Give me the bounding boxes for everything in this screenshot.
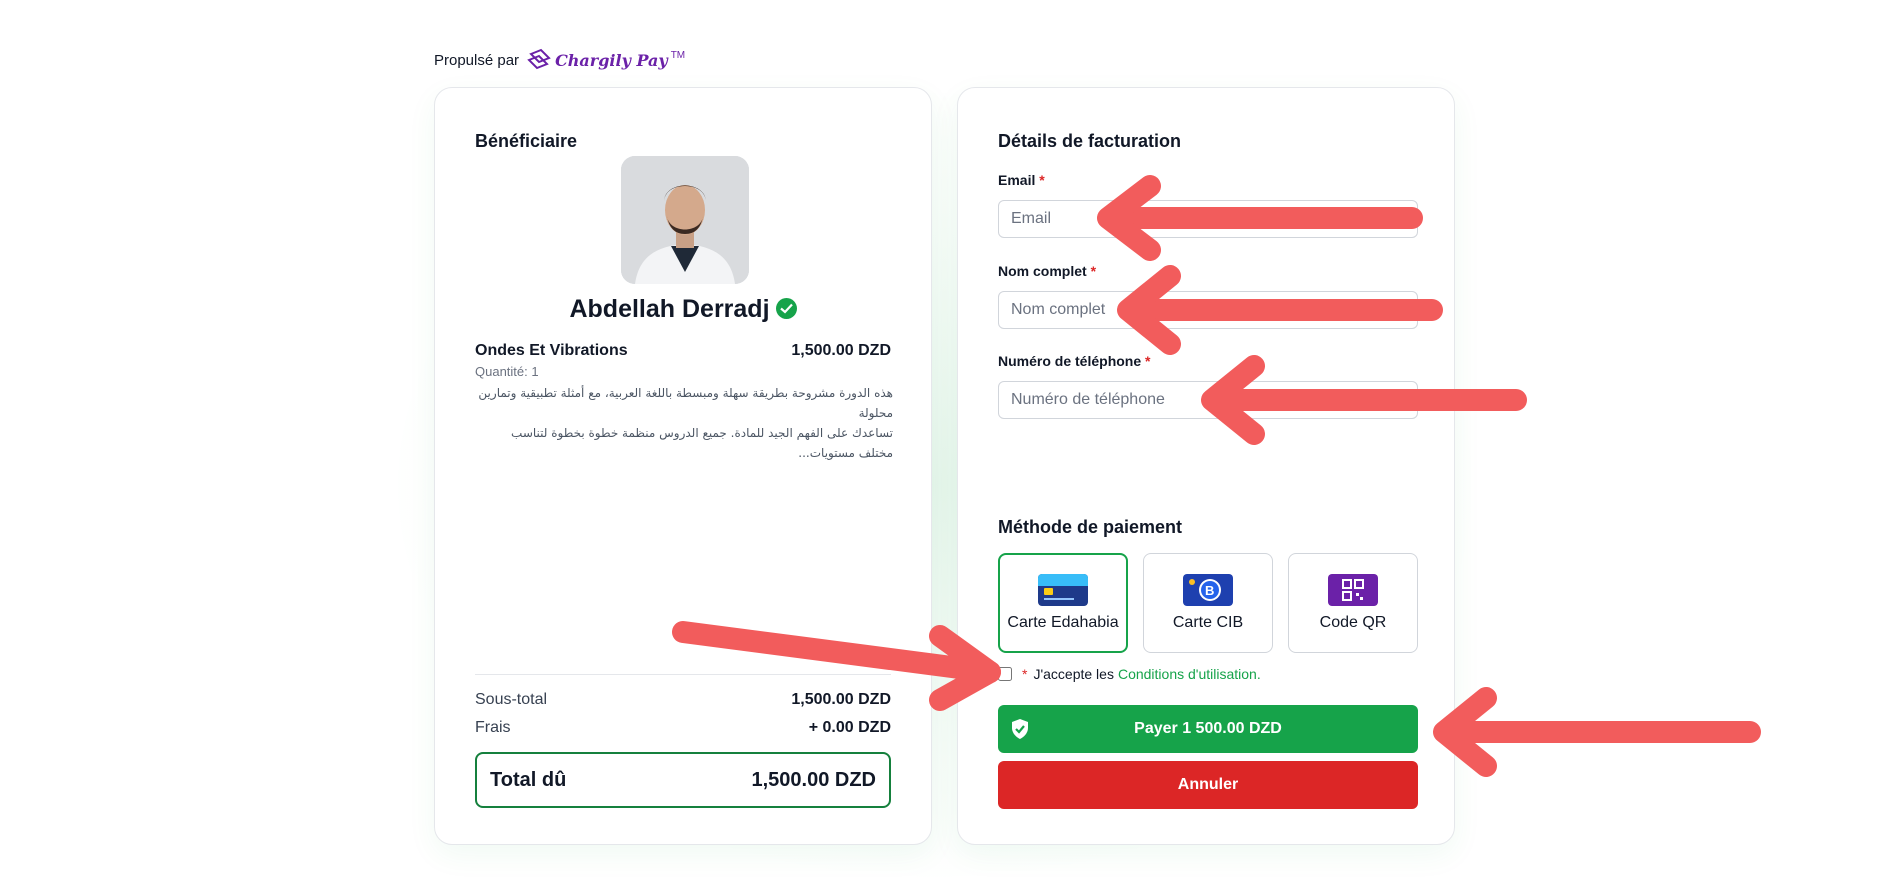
fees-value: + 0.00 DZD xyxy=(808,719,891,736)
powered-by-prefix: Propulsé par xyxy=(434,51,520,69)
trademark: TM xyxy=(670,49,686,61)
required-mark: * xyxy=(1145,353,1151,369)
item-quantity: Quantité: 1 xyxy=(475,364,539,379)
payment-method-heading: Méthode de paiement xyxy=(998,517,1183,537)
terms-row: * J'accepte les Conditions d'utilisation… xyxy=(998,666,1261,682)
avatar xyxy=(621,156,749,284)
payment-option-edahabia[interactable]: Carte Edahabia xyxy=(998,553,1128,653)
svg-text:B: B xyxy=(1205,583,1214,598)
beneficiary-heading: Bénéficiaire xyxy=(475,131,578,151)
total-due-box: Total dû 1,500.00 DZD xyxy=(475,752,891,808)
item-name: Ondes Et Vibrations xyxy=(475,342,628,359)
item-description: هذه الدورة مشروحة بطريقة سهلة ومبسطة بال… xyxy=(475,383,893,463)
required-mark: * xyxy=(1039,172,1045,188)
annotation-arrows xyxy=(672,175,1761,777)
beneficiary-card: Bénéficiaire Abdellah Derradj Ondes Et V… xyxy=(434,87,932,845)
total-value: 1,500.00 DZD xyxy=(751,768,876,791)
payment-option-label: Carte CIB xyxy=(1172,614,1244,631)
qr-code-icon xyxy=(1328,574,1378,606)
verified-check-icon xyxy=(775,298,797,319)
annotation-arrow-pay xyxy=(1433,687,1761,777)
powered-by: Propulsé par Chargily Pay TM xyxy=(434,48,685,72)
fullname-label-text: Nom complet xyxy=(998,263,1087,279)
payment-option-qr[interactable]: Code QR xyxy=(1288,553,1418,653)
billing-heading: Détails de facturation xyxy=(998,131,1182,151)
item-price: 1,500.00 DZD xyxy=(791,342,891,359)
email-label: Email * xyxy=(998,172,1045,188)
payment-option-label: Code QR xyxy=(1319,614,1387,631)
shield-check-icon xyxy=(1012,719,1028,739)
billing-card: Détails de facturation Email * Nom compl… xyxy=(957,87,1455,845)
email-label-text: Email xyxy=(998,172,1036,188)
merchant-name-row: Abdellah Derradj xyxy=(435,295,931,324)
fullname-field[interactable] xyxy=(998,291,1418,329)
terms-link[interactable]: Conditions d'utilisation. xyxy=(1118,666,1261,682)
phone-label-text: Numéro de téléphone xyxy=(998,353,1142,369)
cib-card-icon: B xyxy=(1183,574,1233,606)
cancel-button[interactable]: Annuler xyxy=(998,761,1418,809)
terms-text: J'accepte les xyxy=(1033,666,1114,682)
pay-button[interactable]: Payer 1 500.00 DZD xyxy=(998,705,1418,753)
description-line: هذه الدورة مشروحة بطريقة سهلة ومبسطة بال… xyxy=(478,386,893,420)
required-mark: * xyxy=(1090,263,1097,279)
payment-option-label: Carte Edahabia xyxy=(1007,614,1119,631)
edahabia-card-icon xyxy=(1038,574,1088,606)
merchant-name: Abdellah Derradj xyxy=(569,295,770,323)
pay-button-label: Payer 1 500.00 DZD xyxy=(1134,720,1282,737)
total-label: Total dû xyxy=(490,768,567,791)
phone-label: Numéro de téléphone * xyxy=(998,353,1150,369)
subtotal-label: Sous-total xyxy=(475,691,548,708)
required-mark: * xyxy=(1022,666,1028,682)
phone-field[interactable] xyxy=(998,381,1418,419)
chargily-pay-logo[interactable]: Chargily Pay TM xyxy=(527,48,685,72)
fees-label: Frais xyxy=(475,719,511,736)
payment-option-cib[interactable]: B Carte CIB xyxy=(1143,553,1273,653)
fullname-label: Nom complet * xyxy=(998,263,1096,279)
chargily-logo-icon xyxy=(527,48,551,70)
description-line: تساعدك على الفهم الجيد للمادة. جميع الدر… xyxy=(511,426,893,460)
terms-checkbox[interactable] xyxy=(998,667,1012,681)
email-field[interactable] xyxy=(998,200,1418,238)
cancel-button-label: Annuler xyxy=(1177,776,1239,793)
summary-divider xyxy=(475,674,891,675)
brand-name: Chargily Pay xyxy=(555,50,668,70)
subtotal-value: 1,500.00 DZD xyxy=(791,691,891,708)
